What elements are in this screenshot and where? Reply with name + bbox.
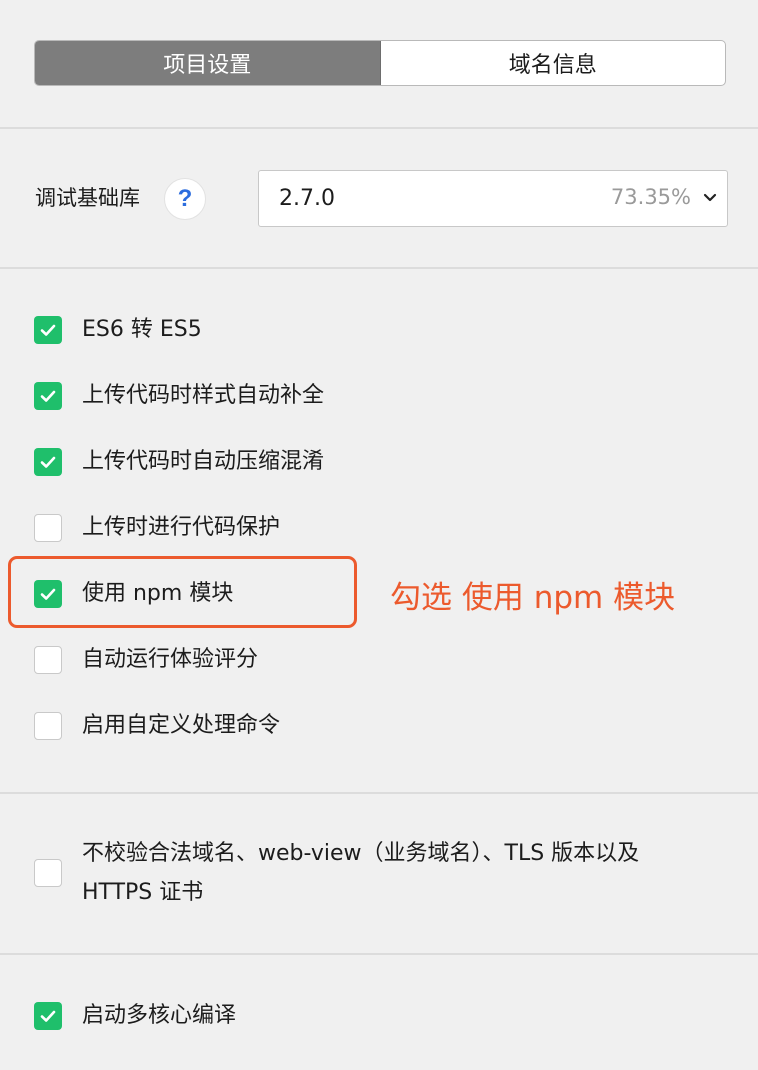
settings-tabs: 项目设置 域名信息 <box>34 40 726 86</box>
checkbox[interactable] <box>34 514 62 542</box>
checkbox[interactable] <box>34 1002 62 1030</box>
tab-project-settings[interactable]: 项目设置 <box>35 41 381 85</box>
option-label: 上传代码时自动压缩混淆 <box>82 449 325 474</box>
checkbox[interactable] <box>34 712 62 740</box>
divider <box>0 792 758 794</box>
option-label: 不校验合法域名、web-view（业务域名）、TLS 版本以及 HTTPS 证书 <box>82 841 640 905</box>
debug-lib-usage-percent: 73.35% <box>610 185 691 209</box>
checkbox[interactable] <box>34 382 62 410</box>
debug-lib-version: 2.7.0 <box>279 186 335 211</box>
checkbox[interactable] <box>34 859 62 887</box>
checkbox[interactable] <box>34 316 62 344</box>
option-code-protect[interactable]: 上传时进行代码保护 <box>34 513 280 543</box>
checkmark-icon <box>40 456 56 468</box>
option-label: 启用自定义处理命令 <box>82 713 281 738</box>
divider <box>0 267 758 269</box>
option-label: 上传时进行代码保护 <box>82 515 281 540</box>
checkbox[interactable] <box>34 646 62 674</box>
option-style-autocomplete[interactable]: 上传代码时样式自动补全 <box>34 381 324 411</box>
option-custom-command[interactable]: 启用自定义处理命令 <box>34 711 280 741</box>
option-skip-domain-check[interactable]: 不校验合法域名、web-view（业务域名）、TLS 版本以及 HTTPS 证书 <box>34 834 682 912</box>
option-es6-to-es5[interactable]: ES6 转 ES5 <box>34 315 202 345</box>
option-minify[interactable]: 上传代码时自动压缩混淆 <box>34 447 324 477</box>
highlight-box <box>8 556 357 628</box>
option-auto-score[interactable]: 自动运行体验评分 <box>34 645 258 675</box>
debug-lib-label: 调试基础库 <box>35 186 140 210</box>
checkmark-icon <box>40 324 56 336</box>
question-icon: ? <box>177 185 193 212</box>
annotation-text: 勾选 使用 npm 模块 <box>390 580 676 616</box>
option-multicore-compile[interactable]: 启动多核心编译 <box>34 1001 236 1031</box>
checkbox[interactable] <box>34 448 62 476</box>
checkmark-icon <box>40 390 56 402</box>
checkmark-icon <box>40 1010 56 1022</box>
option-label: ES6 转 ES5 <box>82 317 202 342</box>
debug-lib-select[interactable]: 2.7.0 73.35% <box>258 170 728 227</box>
chevron-down-icon <box>703 193 717 202</box>
tab-domain-info[interactable]: 域名信息 <box>381 41 726 85</box>
option-label: 自动运行体验评分 <box>82 647 259 672</box>
divider <box>0 953 758 955</box>
help-button[interactable]: ? <box>164 178 206 220</box>
divider <box>0 127 758 129</box>
option-label: 上传代码时样式自动补全 <box>82 383 325 408</box>
option-label: 启动多核心编译 <box>82 1003 237 1028</box>
